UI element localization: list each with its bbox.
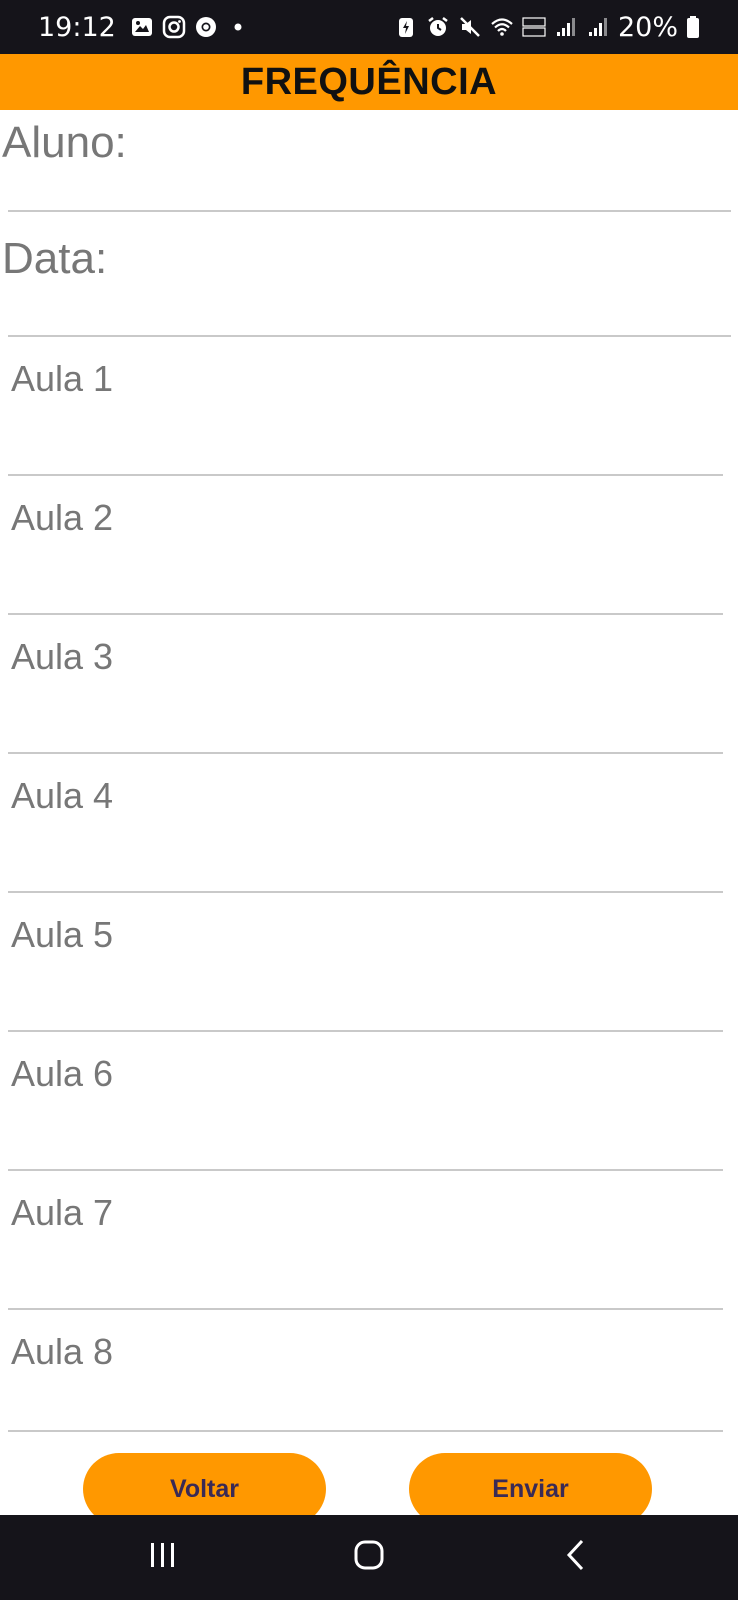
battery-icon bbox=[686, 15, 700, 39]
status-time: 19:12 bbox=[38, 11, 116, 43]
aula-5-label: Aula 5 bbox=[11, 914, 114, 955]
aula-4-underline bbox=[8, 891, 723, 893]
aula-3-label: Aula 3 bbox=[11, 636, 114, 677]
wifi-icon bbox=[490, 15, 514, 39]
signal-icon bbox=[554, 15, 578, 39]
aula-2-label: Aula 2 bbox=[11, 497, 114, 538]
aula-8-underline bbox=[8, 1430, 723, 1432]
recent-apps-icon bbox=[148, 1541, 178, 1574]
aula-5-underline bbox=[8, 1030, 723, 1032]
app-header: FREQUÊNCIA bbox=[0, 54, 738, 110]
aula-1-label: Aula 1 bbox=[11, 358, 114, 399]
instagram-icon bbox=[162, 15, 186, 39]
battery-saver-icon bbox=[394, 15, 418, 39]
data-label: Data: bbox=[2, 234, 108, 283]
signal-icon-2 bbox=[586, 15, 610, 39]
aula-1-underline bbox=[8, 474, 723, 476]
home-icon bbox=[353, 1539, 385, 1576]
aluno-underline bbox=[8, 210, 731, 212]
aula-2-underline bbox=[8, 613, 723, 615]
mute-icon bbox=[458, 15, 482, 39]
home-button[interactable] bbox=[309, 1515, 429, 1600]
aula-6-underline bbox=[8, 1169, 723, 1171]
volte-icon bbox=[522, 15, 546, 39]
back-button[interactable] bbox=[516, 1515, 636, 1600]
aluno-label: Aluno: bbox=[2, 118, 127, 167]
chrome-icon bbox=[194, 15, 218, 39]
aula-8-label: Aula 8 bbox=[11, 1331, 114, 1372]
gallery-icon bbox=[130, 15, 154, 39]
battery-percent: 20% bbox=[617, 11, 678, 43]
aula-7-underline bbox=[8, 1308, 723, 1310]
status-bar: 19:12 20% bbox=[0, 0, 738, 54]
navigation-bar bbox=[0, 1515, 738, 1600]
alarm-icon bbox=[426, 15, 450, 39]
aula-7-label: Aula 7 bbox=[11, 1192, 114, 1233]
aula-6-label: Aula 6 bbox=[11, 1053, 114, 1094]
data-underline bbox=[8, 335, 731, 337]
page-title: FREQUÊNCIA bbox=[240, 60, 498, 103]
recent-apps-button[interactable] bbox=[103, 1515, 223, 1600]
dot-icon bbox=[226, 15, 250, 39]
back-icon bbox=[564, 1538, 588, 1577]
aula-3-underline bbox=[8, 752, 723, 754]
aula-4-label: Aula 4 bbox=[11, 775, 114, 816]
